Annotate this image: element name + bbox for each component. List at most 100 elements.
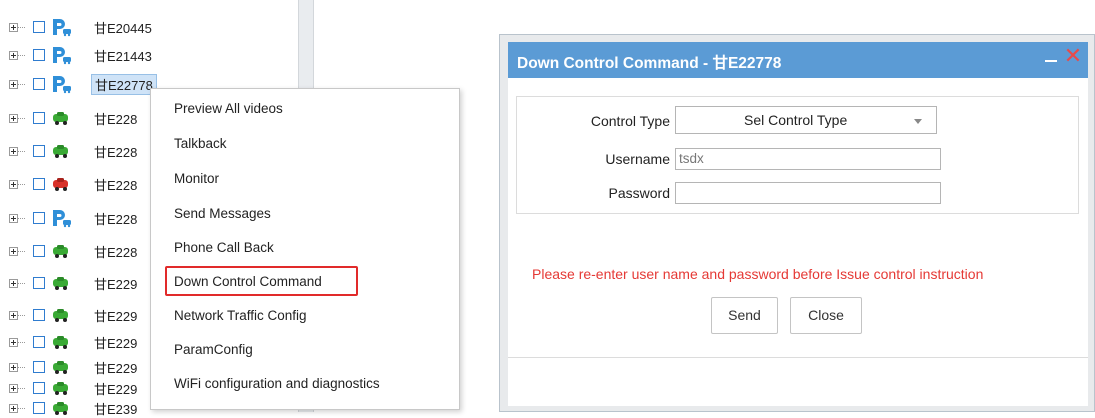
expand-icon[interactable] bbox=[9, 278, 18, 288]
expand-icon[interactable] bbox=[9, 403, 18, 413]
dialog-title: Down Control Command - 甘E22778 bbox=[517, 55, 782, 72]
expand-icon[interactable] bbox=[9, 113, 18, 123]
expand-icon[interactable] bbox=[9, 179, 18, 189]
row-checkbox[interactable] bbox=[33, 382, 45, 394]
row-checkbox[interactable] bbox=[33, 309, 45, 321]
tree-connector bbox=[18, 183, 25, 185]
row-checkbox[interactable] bbox=[33, 145, 45, 157]
tree-connector bbox=[18, 407, 25, 409]
control-type-select[interactable]: Sel Control Type bbox=[675, 106, 937, 134]
row-checkbox[interactable] bbox=[33, 277, 45, 289]
green-car-icon bbox=[53, 402, 68, 415]
tree-connector bbox=[18, 83, 25, 85]
tree-connector bbox=[18, 250, 25, 252]
menu-item-param-config[interactable]: ParamConfig bbox=[174, 342, 253, 357]
expand-icon[interactable] bbox=[9, 213, 18, 223]
close-icon[interactable]: ✕ bbox=[1063, 44, 1083, 68]
expand-icon[interactable] bbox=[9, 310, 18, 320]
row-checkbox[interactable] bbox=[33, 402, 45, 414]
green-car-icon bbox=[53, 309, 68, 322]
plate-label[interactable]: 甘E239 bbox=[94, 399, 137, 418]
expand-icon[interactable] bbox=[9, 146, 18, 156]
plate-label[interactable]: 甘E21443 bbox=[94, 46, 152, 65]
divider bbox=[508, 357, 1088, 358]
plate-label[interactable]: 甘E229 bbox=[94, 274, 137, 293]
menu-item-send-messages[interactable]: Send Messages bbox=[174, 206, 271, 221]
tree-connector bbox=[18, 387, 25, 389]
row-checkbox[interactable] bbox=[33, 212, 45, 224]
plate-label-selected[interactable]: 甘E22778 bbox=[91, 73, 157, 95]
expand-icon[interactable] bbox=[9, 362, 18, 372]
tree-connector bbox=[18, 341, 25, 343]
row-checkbox[interactable] bbox=[33, 178, 45, 190]
plate-label[interactable]: 甘E20445 bbox=[94, 18, 152, 37]
control-type-label: Control Type bbox=[590, 113, 670, 129]
expand-icon[interactable] bbox=[9, 337, 18, 347]
highlight-box bbox=[165, 266, 358, 296]
plate-label[interactable]: 甘E229 bbox=[94, 306, 137, 325]
row-checkbox[interactable] bbox=[33, 245, 45, 257]
tree-row[interactable]: 甘E21443 bbox=[0, 45, 298, 65]
green-car-icon bbox=[53, 112, 68, 125]
tree-connector bbox=[18, 117, 25, 119]
down-control-dialog: Down Control Command - 甘E22778 ✕ Control… bbox=[499, 34, 1095, 412]
green-car-icon bbox=[53, 361, 68, 374]
expand-icon[interactable] bbox=[9, 22, 18, 32]
tree-connector bbox=[18, 282, 25, 284]
plate-label[interactable]: 甘E228 bbox=[94, 142, 137, 161]
chevron-down-icon bbox=[914, 119, 922, 124]
parking-car-icon bbox=[53, 210, 71, 228]
expand-icon[interactable] bbox=[9, 79, 18, 89]
plate-label[interactable]: 甘E229 bbox=[94, 333, 137, 352]
tree-connector bbox=[18, 150, 25, 152]
menu-item-network-traffic-config[interactable]: Network Traffic Config bbox=[174, 308, 307, 323]
dialog-body: Control Type Sel Control Type Username t… bbox=[508, 78, 1088, 406]
tree-connector bbox=[18, 26, 25, 28]
menu-item-preview-all-videos[interactable]: Preview All videos bbox=[174, 101, 283, 116]
context-menu: Preview All videos Talkback Monitor Send… bbox=[150, 88, 460, 410]
expand-icon[interactable] bbox=[9, 246, 18, 256]
menu-item-phone-call-back[interactable]: Phone Call Back bbox=[174, 240, 274, 255]
row-checkbox[interactable] bbox=[33, 336, 45, 348]
tree-connector bbox=[18, 54, 25, 56]
tree-row[interactable]: 甘E20445 bbox=[0, 17, 298, 37]
green-car-icon bbox=[53, 382, 68, 395]
plate-label[interactable]: 甘E228 bbox=[94, 242, 137, 261]
expand-icon[interactable] bbox=[9, 50, 18, 60]
control-form: Control Type Sel Control Type Username t… bbox=[516, 96, 1079, 214]
row-checkbox[interactable] bbox=[33, 78, 45, 90]
menu-item-monitor[interactable]: Monitor bbox=[174, 171, 219, 186]
green-car-icon bbox=[53, 245, 68, 258]
password-field[interactable] bbox=[675, 182, 941, 204]
parking-car-icon bbox=[53, 76, 71, 94]
green-car-icon bbox=[53, 277, 68, 290]
menu-item-talkback[interactable]: Talkback bbox=[174, 136, 227, 151]
row-checkbox[interactable] bbox=[33, 21, 45, 33]
row-checkbox[interactable] bbox=[33, 49, 45, 61]
plate-label[interactable]: 甘E228 bbox=[94, 109, 137, 128]
minimize-icon[interactable] bbox=[1044, 47, 1058, 69]
send-button[interactable]: Send bbox=[711, 297, 778, 334]
close-button[interactable]: Close bbox=[790, 297, 862, 334]
plate-label[interactable]: 甘E228 bbox=[94, 175, 137, 194]
plate-label[interactable]: 甘E229 bbox=[94, 358, 137, 377]
tree-connector bbox=[18, 366, 25, 368]
password-label: Password bbox=[608, 185, 670, 201]
username-label: Username bbox=[605, 151, 670, 167]
row-checkbox[interactable] bbox=[33, 112, 45, 124]
green-car-icon bbox=[53, 145, 68, 158]
plate-label[interactable]: 甘E229 bbox=[94, 379, 137, 398]
warning-message: Please re-enter user name and password b… bbox=[532, 266, 984, 282]
expand-icon[interactable] bbox=[9, 383, 18, 393]
row-checkbox[interactable] bbox=[33, 361, 45, 373]
username-field[interactable]: tsdx bbox=[675, 148, 941, 170]
red-car-icon bbox=[53, 178, 68, 191]
parking-car-icon bbox=[53, 19, 71, 37]
parking-car-icon bbox=[53, 47, 71, 65]
tree-connector bbox=[18, 217, 25, 219]
plate-label[interactable]: 甘E228 bbox=[94, 209, 137, 228]
control-type-value: Sel Control Type bbox=[744, 112, 848, 128]
dialog-titlebar[interactable]: Down Control Command - 甘E22778 ✕ bbox=[508, 42, 1088, 78]
tree-connector bbox=[18, 314, 25, 316]
menu-item-wifi-config[interactable]: WiFi configuration and diagnostics bbox=[174, 376, 380, 391]
